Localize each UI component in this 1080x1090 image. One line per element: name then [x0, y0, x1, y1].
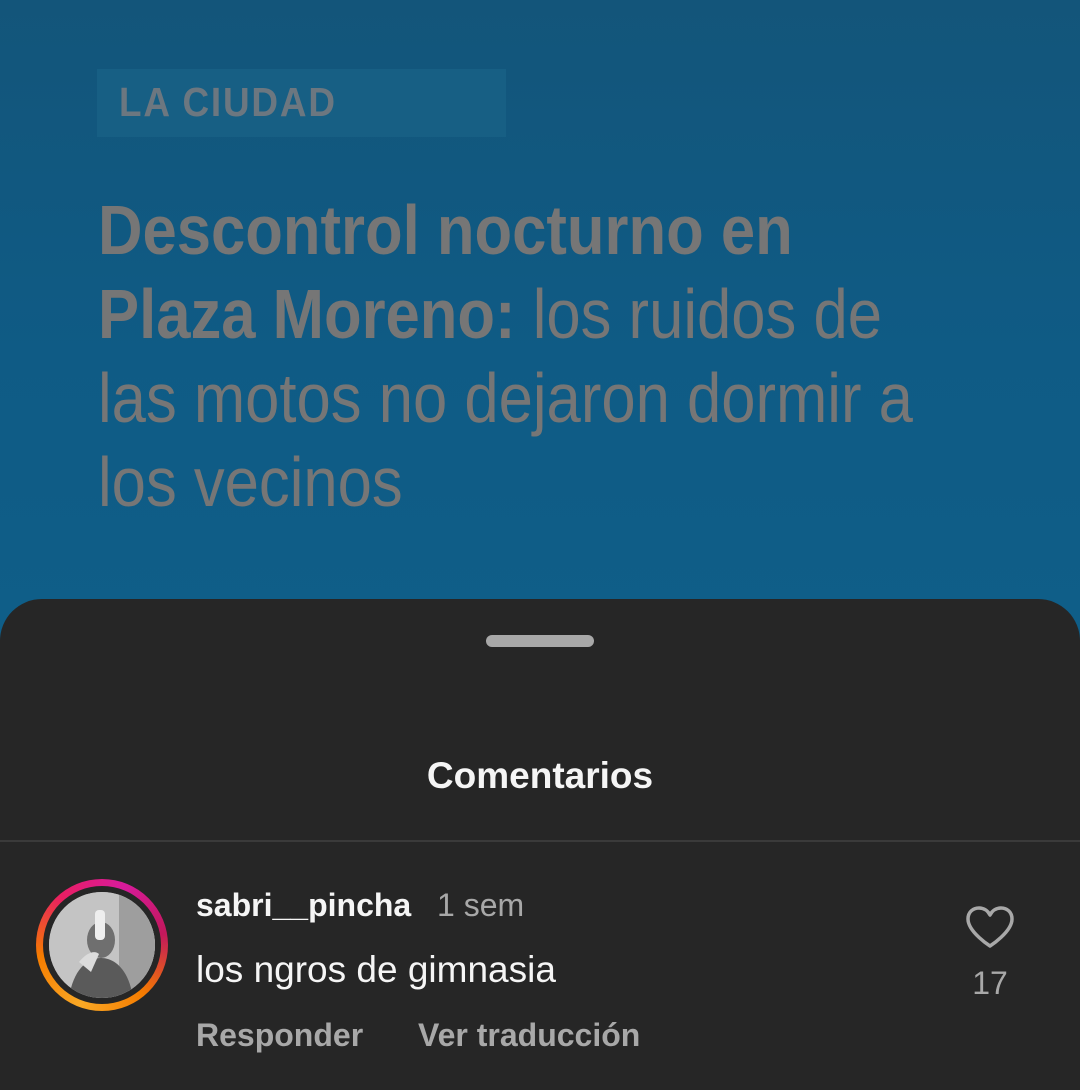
sheet-title: Comentarios: [426, 755, 654, 796]
comment-actions: Responder Ver traducción: [196, 1017, 686, 1054]
reply-button[interactable]: Responder: [196, 1017, 363, 1054]
like-count: 17: [972, 965, 1008, 1001]
avatar: [49, 892, 155, 998]
post-tag-label: LA CIUDAD: [119, 79, 337, 125]
divider: [0, 840, 1080, 842]
comment-text: los ngros de gimnasia: [196, 949, 556, 990]
heart-outline-icon[interactable]: [965, 905, 1015, 949]
avatar-story-ring[interactable]: [36, 879, 168, 1011]
comments-sheet: Comentarios sabri__pincha 1 sem los ngro…: [0, 599, 1080, 1090]
translate-button[interactable]: Ver traducción: [418, 1017, 640, 1054]
comment-item: sabri__pincha 1 sem los ngros de gimnasi…: [0, 877, 1080, 1077]
post-image: LA CIUDAD Descontrol nocturno en Plaza M…: [0, 0, 1080, 640]
avatar-photo-icon: [49, 892, 155, 998]
sheet-drag-handle[interactable]: [486, 635, 594, 647]
screen: LA CIUDAD Descontrol nocturno en Plaza M…: [0, 0, 1080, 1090]
post-headline: Descontrol nocturno en Plaza Moreno: los…: [98, 188, 943, 524]
post-tag: LA CIUDAD: [97, 69, 506, 137]
comment-username[interactable]: sabri__pincha: [196, 887, 411, 924]
comment-timestamp: 1 sem: [437, 887, 525, 923]
